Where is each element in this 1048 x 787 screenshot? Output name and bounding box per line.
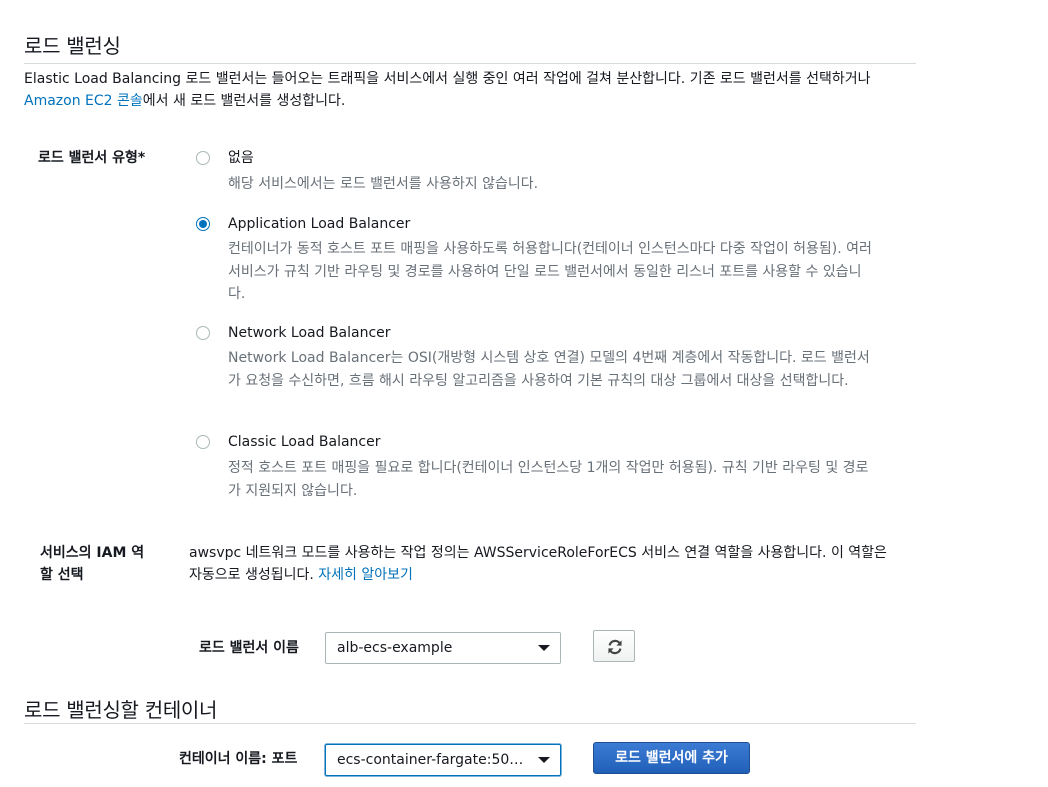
option-desc-nlb: Network Load Balancer는 OSI(개방형 시스템 상호 연결… [228, 350, 870, 389]
radio-none[interactable] [196, 151, 210, 165]
intro-text: Elastic Load Balancing 로드 밸런서는 들어오는 트래픽을… [24, 71, 871, 87]
ec2-console-link[interactable]: Amazon EC2 콘솔 [24, 93, 143, 109]
option-desc-none: 해당 서비스에서는 로드 밸런서를 사용하지 않습니다. [228, 176, 539, 192]
refresh-button[interactable] [593, 630, 635, 662]
section-title-load-balancing: 로드 밸런싱 [24, 34, 121, 58]
section-title-containers: 로드 밸런싱할 컨테이너 [24, 698, 218, 722]
lb-name-value: alb-ecs-example [337, 640, 453, 656]
radio-network-load-balancer[interactable] [196, 326, 210, 340]
option-title-none: 없음 [228, 150, 254, 166]
section-divider-containers [24, 723, 916, 724]
container-name-port-label: 컨테이너 이름: 포트 [179, 751, 298, 767]
lb-name-label: 로드 밸런서 이름 [199, 640, 299, 656]
container-name-port-select[interactable]: ecs-container-fargate:5000:5000 [325, 744, 561, 776]
lb-type-label: 로드 밸런서 유형* [38, 150, 146, 166]
lb-name-select[interactable]: alb-ecs-example [325, 632, 561, 664]
container-name-port-value: ecs-container-fargate:5000:5000 [337, 752, 525, 768]
iam-role-text: awsvpc 네트워크 모드를 사용하는 작업 정의는 AWSServiceRo… [189, 545, 887, 583]
load-balancing-intro: Elastic Load Balancing 로드 밸런서는 들어오는 트래픽을… [24, 68, 924, 112]
iam-role-label: 서비스의 IAM 역할 선택 [40, 545, 145, 583]
option-desc-alb: 컨테이너가 동적 호스트 포트 매핑을 사용하도록 허용합니다(컨테이너 인스턴… [228, 241, 872, 302]
radio-classic-load-balancer[interactable] [196, 435, 210, 449]
refresh-icon [608, 639, 622, 655]
option-title-nlb: Network Load Balancer [228, 325, 391, 341]
section-divider [24, 63, 916, 64]
option-desc-clb: 정적 호스트 포트 매핑을 필요로 합니다(컨테이너 인스턴스당 1개의 작업만… [228, 460, 869, 499]
option-title-alb: Application Load Balancer [228, 216, 411, 232]
learn-more-link[interactable]: 자세히 알아보기 [318, 567, 413, 583]
add-to-load-balancer-button[interactable]: 로드 밸런서에 추가 [593, 742, 750, 774]
radio-application-load-balancer[interactable] [196, 217, 210, 231]
chevron-down-icon [538, 645, 550, 651]
iam-role-description: awsvpc 네트워크 모드를 사용하는 작업 정의는 AWSServiceRo… [189, 542, 901, 586]
option-title-clb: Classic Load Balancer [228, 434, 381, 450]
intro-text-end: 에서 새 로드 밸런서를 생성합니다. [142, 93, 346, 109]
chevron-down-icon [538, 757, 550, 763]
